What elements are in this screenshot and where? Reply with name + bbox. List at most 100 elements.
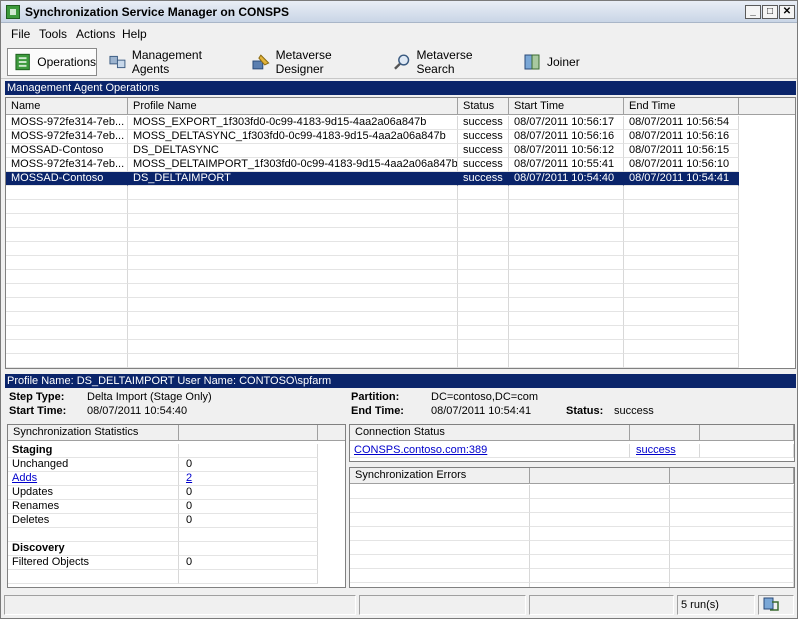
empty-cell (458, 354, 509, 368)
operations-icon (15, 53, 30, 71)
adds-count-link[interactable]: 2 (186, 472, 192, 484)
list-item: Deletes 0 (8, 514, 345, 528)
table-row[interactable]: MOSSAD-Contoso DS_DELTASYNC success 08/0… (6, 144, 795, 158)
table-row[interactable]: MOSS-972fe314-7eb... MOSS_DELTAIMPORT_1f… (6, 158, 795, 172)
empty-row (350, 569, 794, 583)
joiner-button[interactable]: Joiner (517, 48, 587, 76)
list-item (8, 570, 345, 584)
sync-stats-header-label: Synchronization Statistics (8, 425, 179, 441)
metaverse-designer-button[interactable]: Metaverse Designer (246, 48, 381, 76)
connection-server-link[interactable]: CONSPS.contoso.com:389 (354, 444, 487, 456)
operations-grid-header: Name Profile Name Status Start Time End … (6, 98, 795, 115)
metaverse-search-label: Metaverse Search (416, 48, 473, 76)
profile-bar: Profile Name: DS_DELTAIMPORT User Name: … (5, 374, 796, 388)
metaverse-search-icon (394, 54, 410, 70)
empty-cell (624, 256, 739, 270)
empty-cell (624, 270, 739, 284)
empty-cell (350, 499, 530, 513)
empty-cell (458, 200, 509, 214)
status-bar: 5 run(s) (1, 593, 797, 618)
empty-cell (530, 583, 670, 587)
empty-cell (128, 242, 458, 256)
adds-link[interactable]: Adds (12, 472, 37, 484)
cell-end-time: 08/07/2011 10:56:16 (624, 130, 739, 144)
empty-cell (128, 284, 458, 298)
empty-cell (350, 513, 530, 527)
list-item[interactable]: CONSPS.contoso.com:389 success (350, 444, 794, 458)
empty-cell (6, 284, 128, 298)
empty-cell (624, 326, 739, 340)
list-item: Discovery (8, 542, 345, 556)
operations-grid[interactable]: Name Profile Name Status Start Time End … (5, 97, 796, 369)
sync-app-icon (6, 5, 20, 19)
step-type-value: Delta Import (Stage Only) (87, 391, 212, 403)
maximize-button[interactable]: □ (762, 5, 778, 19)
empty-cell (128, 312, 458, 326)
cell-profile-name: MOSS_DELTASYNC_1f303fd0-0c99-4183-9d15-4… (128, 130, 458, 144)
empty-cell (509, 214, 624, 228)
empty-cell (128, 340, 458, 354)
list-item (8, 528, 345, 542)
cell-start-time: 08/07/2011 10:55:41 (509, 158, 624, 172)
empty-cell (509, 200, 624, 214)
menu-tools[interactable]: Tools (39, 27, 67, 41)
empty-row (350, 541, 794, 555)
empty-cell (530, 527, 670, 541)
empty-cell (350, 555, 530, 569)
empty-cell (624, 214, 739, 228)
empty-cell (458, 242, 509, 256)
column-header-profile-name[interactable]: Profile Name (128, 98, 458, 115)
empty-cell (458, 326, 509, 340)
cell-end-time: 08/07/2011 10:56:10 (624, 158, 739, 172)
end-time-label: End Time: (351, 405, 404, 417)
stat-value: 0 (179, 486, 318, 500)
table-row-selected[interactable]: MOSSAD-Contoso DS_DELTAIMPORT success 08… (6, 172, 795, 186)
menu-actions[interactable]: Actions (76, 27, 115, 41)
connection-result-link[interactable]: success (636, 444, 676, 456)
close-button[interactable]: ✕ (779, 5, 795, 19)
cell-end-time: 08/07/2011 10:54:41 (624, 172, 739, 186)
table-row[interactable]: MOSS-972fe314-7eb... MOSS_DELTASYNC_1f30… (6, 130, 795, 144)
empty-cell (670, 583, 794, 587)
empty-cell (509, 284, 624, 298)
menu-bar: File Tools Actions Help (1, 24, 797, 44)
status-label: Status: (566, 405, 604, 417)
empty-row (6, 186, 795, 200)
menu-help[interactable]: Help (122, 27, 147, 41)
column-header-end-time[interactable]: End Time (624, 98, 739, 115)
cell-name: MOSSAD-Contoso (6, 172, 128, 186)
column-header-start-time[interactable]: Start Time (509, 98, 624, 115)
metaverse-designer-icon (252, 54, 270, 70)
empty-row (6, 256, 795, 270)
empty-cell (128, 228, 458, 242)
metaverse-search-button[interactable]: Metaverse Search (387, 48, 511, 76)
start-time-value: 08/07/2011 10:54:40 (87, 405, 188, 417)
operations-section-title: Management Agent Operations (5, 81, 796, 95)
operations-button[interactable]: Operations (7, 48, 97, 76)
cell-start-time: 08/07/2011 10:56:12 (509, 144, 624, 158)
empty-cell (530, 555, 670, 569)
empty-cell (624, 228, 739, 242)
empty-row (6, 270, 795, 284)
management-agents-button[interactable]: Management Agents (103, 48, 235, 76)
empty-cell (458, 214, 509, 228)
list-item[interactable]: Adds 2 (8, 472, 345, 486)
sync-errors-panel[interactable]: Synchronization Errors (349, 467, 795, 588)
menu-file[interactable]: File (11, 27, 30, 41)
empty-cell (6, 270, 128, 284)
empty-cell (6, 228, 128, 242)
sync-stats-panel[interactable]: Synchronization Statistics Staging Uncha… (7, 424, 346, 588)
joiner-icon (524, 54, 540, 70)
column-header-status[interactable]: Status (458, 98, 509, 115)
minimize-button[interactable]: _ (745, 5, 761, 19)
cell-start-time: 08/07/2011 10:56:17 (509, 116, 624, 130)
column-header-name[interactable]: Name (6, 98, 128, 115)
step-type-label: Step Type: (9, 391, 65, 403)
stat-label: Deletes (8, 514, 179, 528)
empty-row (6, 228, 795, 242)
connection-status-panel[interactable]: Connection Status CONSPS.contoso.com:389… (349, 424, 795, 462)
empty-cell (6, 340, 128, 354)
stat-value: 0 (179, 556, 318, 570)
empty-cell (624, 186, 739, 200)
table-row[interactable]: MOSS-972fe314-7eb... MOSS_EXPORT_1f303fd… (6, 116, 795, 130)
